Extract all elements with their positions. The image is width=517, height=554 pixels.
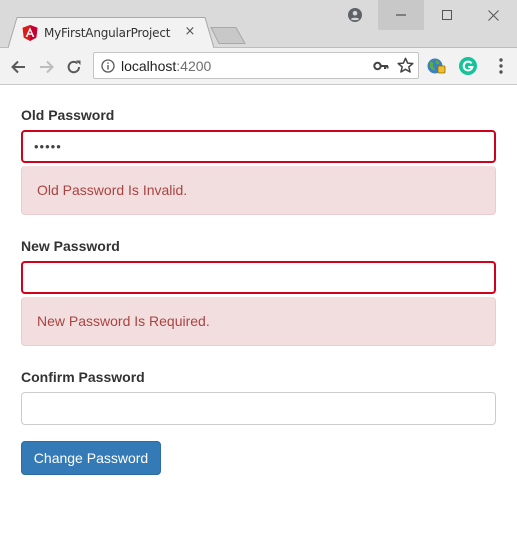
back-arrow-icon <box>11 60 25 74</box>
reload-icon <box>67 60 81 74</box>
url-host: localhost <box>121 58 177 74</box>
change-password-button[interactable]: Change Password <box>21 441 161 475</box>
account-circle-icon <box>348 8 362 22</box>
tab-close-icon[interactable]: × <box>183 25 197 39</box>
star-icon[interactable] <box>397 57 414 74</box>
close-icon <box>487 9 499 21</box>
reload-button[interactable] <box>64 57 84 77</box>
new-password-input[interactable] <box>21 261 496 294</box>
browser-titlebar: MyFirstAngularProject × <box>0 0 517 48</box>
address-bar[interactable]: localhost:4200 <box>93 52 419 79</box>
minimize-button[interactable] <box>378 0 424 30</box>
confirm-password-label: Confirm Password <box>21 369 145 385</box>
new-tab-button[interactable] <box>210 27 246 44</box>
old-password-error-alert: Old Password Is Invalid. <box>21 166 496 215</box>
globe-extension-icon[interactable] <box>426 56 446 76</box>
maximize-button[interactable] <box>424 0 470 30</box>
old-password-input[interactable]: ••••• <box>21 130 496 163</box>
new-password-label: New Password <box>21 238 120 254</box>
key-icon[interactable] <box>373 59 389 73</box>
minimize-icon <box>396 14 406 16</box>
close-window-button[interactable] <box>470 0 516 30</box>
back-button[interactable] <box>8 57 28 77</box>
forward-button[interactable] <box>37 57 57 77</box>
url-port: :4200 <box>176 58 212 74</box>
grammarly-icon[interactable] <box>458 56 478 76</box>
angular-logo-icon <box>22 25 38 41</box>
confirm-password-input[interactable] <box>21 392 496 425</box>
old-password-error-text: Old Password Is Invalid. <box>37 182 188 198</box>
new-password-error-alert: New Password Is Required. <box>21 297 496 346</box>
maximize-icon <box>442 10 452 20</box>
tab-title: MyFirstAngularProject <box>44 26 171 40</box>
forward-arrow-icon <box>40 60 54 74</box>
old-password-label: Old Password <box>21 107 115 123</box>
kebab-menu-icon[interactable] <box>493 57 509 75</box>
profile-button[interactable] <box>332 0 378 30</box>
browser-toolbar: localhost:4200 <box>0 48 517 85</box>
url-text[interactable]: localhost:4200 <box>121 58 211 74</box>
info-icon[interactable] <box>101 59 115 73</box>
new-password-error-text: New Password Is Required. <box>37 313 210 329</box>
old-password-value: ••••• <box>34 139 62 154</box>
